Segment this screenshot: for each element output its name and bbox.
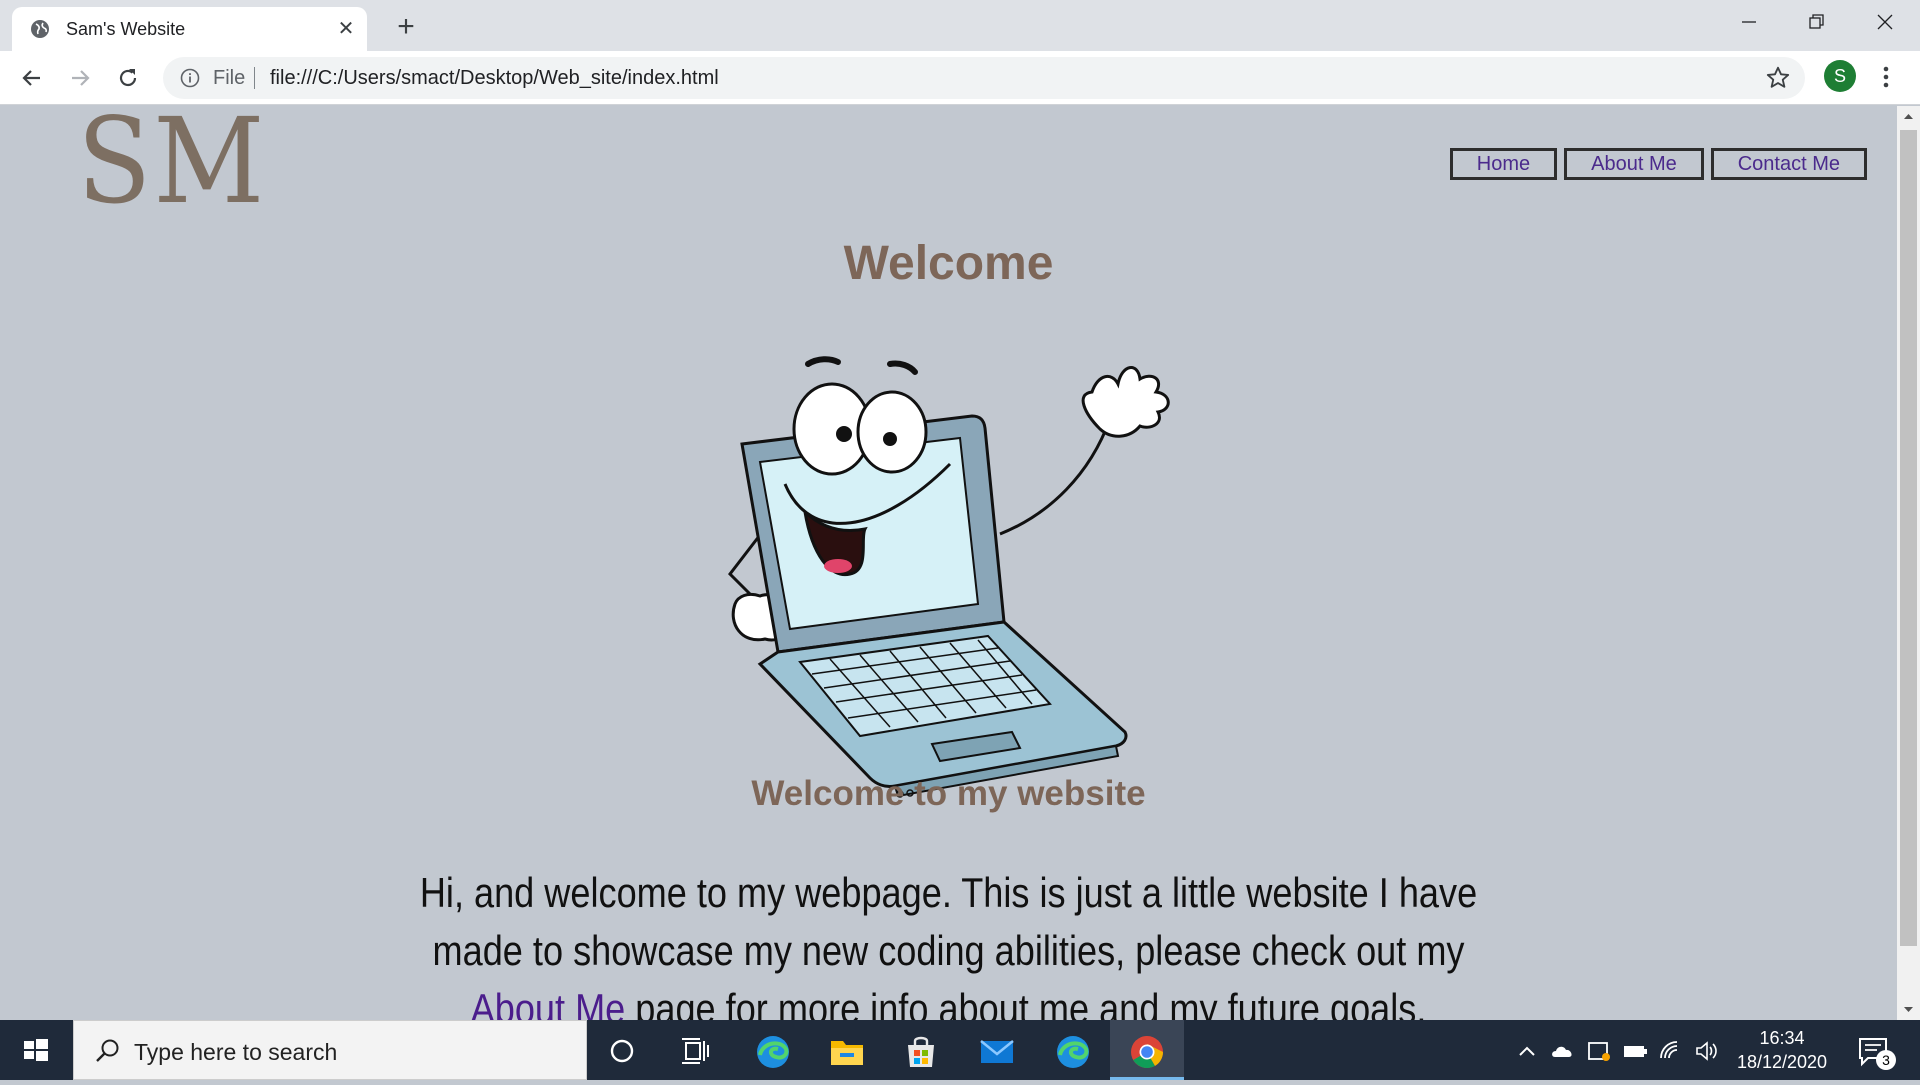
minimize-button[interactable] [1716, 0, 1782, 44]
omnibox-divider [254, 67, 255, 89]
cortana-button[interactable] [586, 1020, 660, 1080]
restore-button[interactable] [1784, 0, 1850, 44]
store-button[interactable] [884, 1020, 958, 1080]
windows-logo-icon [24, 1039, 48, 1061]
tab-title: Sam's Website [66, 19, 186, 39]
show-hidden-icons-chevron-icon[interactable] [1514, 1040, 1540, 1062]
url-text[interactable]: file:///C:/Users/smact/Desktop/Web_site/… [270, 67, 719, 90]
onedrive-cloud-icon[interactable] [1550, 1040, 1576, 1062]
close-icon [1877, 14, 1893, 30]
bookmark-star-icon[interactable] [1765, 65, 1791, 91]
scroll-thumb[interactable] [1900, 130, 1917, 946]
browser-toolbar: File file:///C:/Users/smact/Desktop/Web_… [0, 51, 1920, 105]
task-view-button[interactable] [660, 1020, 734, 1080]
mail-icon [980, 1040, 1014, 1063]
notification-count-badge: 3 [1876, 1050, 1896, 1070]
chrome-taskbar-button[interactable] [1110, 1020, 1184, 1080]
wifi-icon[interactable] [1658, 1040, 1684, 1062]
nav-home[interactable]: Home [1449, 148, 1558, 180]
more-menu-icon[interactable] [1876, 63, 1896, 91]
clock-date: 18/12/2020 [1736, 1052, 1828, 1072]
browser-titlebar: Sam's Website ✕ + [0, 0, 1920, 51]
restore-icon [1809, 14, 1824, 29]
intro-paragraph: Hi, and welcome to my webpage. This is j… [399, 864, 1497, 1020]
edge-icon [757, 1036, 789, 1068]
task-view-icon [682, 1038, 709, 1064]
intro-text-after: page for more info about me and my futur… [625, 985, 1427, 1020]
minimize-icon [1742, 21, 1756, 23]
edge-icon [1057, 1036, 1089, 1068]
volume-icon[interactable] [1694, 1040, 1720, 1062]
search-icon [96, 1039, 119, 1062]
browser-tab[interactable]: Sam's Website ✕ [12, 7, 367, 51]
cortana-icon [610, 1039, 634, 1063]
close-window-button[interactable] [1852, 0, 1918, 44]
info-icon[interactable] [180, 68, 200, 88]
taskbar-search[interactable]: Type here to search [73, 1020, 587, 1080]
reload-icon [119, 69, 137, 87]
tab-close-button[interactable]: ✕ [334, 17, 358, 41]
page-scrollbar[interactable] [1897, 106, 1920, 1020]
site-nav: Home About Me Contact Me [1449, 148, 1867, 180]
store-icon [908, 1036, 934, 1067]
file-explorer-icon [831, 1041, 863, 1065]
chrome-icon [1131, 1036, 1163, 1069]
start-button[interactable] [0, 1020, 70, 1080]
mail-button[interactable] [960, 1020, 1034, 1080]
file-explorer-button[interactable] [810, 1020, 884, 1080]
profile-avatar[interactable]: S [1824, 60, 1856, 92]
new-tab-button[interactable]: + [390, 12, 422, 44]
address-bar[interactable]: File file:///C:/Users/smact/Desktop/Web_… [163, 57, 1805, 99]
nav-contact-me[interactable]: Contact Me [1710, 148, 1867, 180]
nav-about-me[interactable]: About Me [1564, 148, 1704, 180]
edge-taskbar-button[interactable] [736, 1020, 810, 1080]
security-update-icon[interactable] [1586, 1040, 1612, 1062]
arrow-left-icon [22, 70, 40, 86]
arrow-right-icon [72, 70, 90, 86]
forward-button[interactable] [64, 62, 96, 94]
back-button[interactable] [16, 62, 48, 94]
scheme-label: File [213, 67, 246, 89]
edge-taskbar-button-2[interactable] [1036, 1020, 1110, 1080]
taskbar-clock[interactable]: 16:34 18/12/2020 [1720, 1026, 1844, 1074]
search-placeholder: Type here to search [134, 1039, 338, 1065]
about-me-link[interactable]: About Me [471, 985, 626, 1020]
page-heading: Welcome [843, 237, 1054, 290]
site-logo[interactable]: SM [77, 106, 266, 220]
scroll-down-arrow-icon[interactable] [1897, 1000, 1920, 1020]
scroll-up-arrow-icon[interactable] [1897, 106, 1920, 126]
page-subheading: Welcome to my website [751, 774, 1146, 813]
battery-icon[interactable] [1622, 1040, 1648, 1062]
clock-time: 16:34 [1759, 1028, 1805, 1048]
windows-taskbar: Type here to search 16:34 18/12/2020 3 [0, 1020, 1920, 1080]
reload-button[interactable] [112, 62, 144, 94]
globe-icon [31, 20, 49, 38]
intro-text-before: Hi, and welcome to my webpage. This is j… [419, 869, 1478, 974]
page-viewport: SM Home About Me Contact Me Welcome Welc… [0, 106, 1897, 1020]
